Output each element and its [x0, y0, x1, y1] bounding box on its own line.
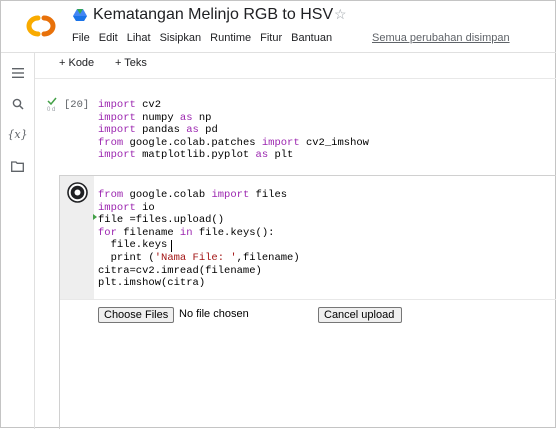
- stop-run-icon[interactable]: [67, 182, 88, 203]
- drive-icon: [73, 9, 87, 21]
- cell-exec-time: 0 d: [47, 107, 56, 113]
- left-sidebar: {x}: [1, 53, 35, 429]
- menu-bar: File Edit Lihat Sisipkan Runtime Fitur B…: [72, 32, 332, 44]
- current-line-marker-icon: [93, 214, 97, 220]
- choose-files-button[interactable]: Choose Files: [98, 307, 174, 323]
- code-line: for filename in file.keys():: [98, 226, 275, 239]
- code-line: print ('Nama File: ',filename): [98, 251, 300, 264]
- star-icon[interactable]: ☆: [334, 6, 347, 23]
- menu-runtime[interactable]: Runtime: [210, 32, 251, 44]
- code-cell-1[interactable]: import cv2 import numpy as np import panda…: [98, 99, 369, 162]
- no-file-label: No file chosen: [179, 308, 249, 320]
- code-line: import numpy as np: [98, 111, 212, 124]
- menu-tools[interactable]: Fitur: [260, 32, 282, 44]
- files-icon[interactable]: [1, 159, 34, 177]
- code-line: file =files.upload(): [98, 214, 225, 227]
- search-icon[interactable]: [1, 97, 34, 115]
- header-divider: [1, 52, 556, 53]
- code-line: plt.imshow(citra): [98, 277, 206, 290]
- cancel-upload-button[interactable]: Cancel upload: [318, 307, 402, 323]
- cell-exec-count: [20]: [64, 99, 90, 111]
- code-line: file.keys: [98, 239, 168, 252]
- check-icon: [47, 97, 57, 105]
- code-line: import cv2: [98, 99, 162, 111]
- save-status-link[interactable]: Semua perubahan disimpan: [372, 32, 510, 44]
- colab-logo[interactable]: [21, 13, 61, 39]
- text-cursor: [171, 240, 172, 252]
- code-line: import matplotlib.pyplot as plt: [98, 149, 294, 162]
- code-line: from google.colab.patches import cv2_ims…: [98, 136, 369, 149]
- table-of-contents-icon[interactable]: [1, 65, 34, 83]
- menu-insert[interactable]: Sisipkan: [160, 32, 202, 44]
- code-line: import pandas as pd: [98, 124, 218, 137]
- toolbar-divider: [35, 78, 556, 79]
- menu-edit[interactable]: Edit: [99, 32, 118, 44]
- code-line: citra=cv2.imread(filename): [98, 264, 262, 277]
- code-line: from google.colab import files: [98, 189, 288, 201]
- add-code-button[interactable]: + Kode: [59, 57, 94, 69]
- menu-view[interactable]: Lihat: [127, 32, 151, 44]
- code-line: import io: [98, 201, 155, 214]
- variables-icon[interactable]: {x}: [1, 128, 34, 141]
- code-cell-2[interactable]: from google.colab import files import io f…: [98, 189, 300, 290]
- menu-file[interactable]: File: [72, 32, 90, 44]
- add-text-button[interactable]: + Teks: [115, 57, 147, 69]
- notebook-title[interactable]: Kematangan Melinjo RGB to HSV: [93, 6, 333, 24]
- menu-help[interactable]: Bantuan: [291, 32, 332, 44]
- output-divider: [60, 299, 556, 300]
